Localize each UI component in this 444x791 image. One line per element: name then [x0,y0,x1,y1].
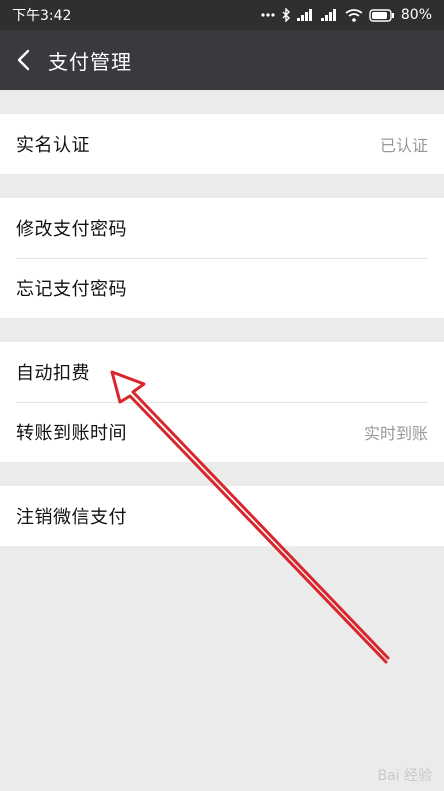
row-auto-deduction[interactable]: 自动扣费 [0,342,444,402]
back-button[interactable] [2,30,44,90]
more-dots-icon [261,12,275,18]
row-value: 已认证 [379,136,428,155]
row-cancel-wechat-pay[interactable]: 注销微信支付 [0,486,444,546]
nav-bar: 支付管理 [0,30,444,90]
row-forgot-password[interactable]: 忘记支付密码 [0,258,444,318]
status-time: 下午3:42 [12,8,72,24]
page-title: 支付管理 [48,49,132,74]
row-change-password[interactable]: 修改支付密码 [0,198,444,258]
row-label: 转账到账时间 [16,423,127,444]
row-label: 修改支付密码 [16,219,127,240]
chevron-left-icon [17,49,30,71]
row-label: 忘记支付密码 [16,279,127,300]
row-label: 自动扣费 [16,363,90,384]
status-bar: 下午3:42 80% [0,0,444,30]
battery-percent: 80% [400,7,432,23]
row-value: 实时到账 [363,424,428,443]
row-label: 注销微信支付 [16,507,127,528]
group-password: 修改支付密码 忘记支付密码 [0,198,444,318]
row-label: 实名认证 [16,135,90,156]
wifi-icon [345,8,363,22]
signal-icon-2 [320,9,339,21]
group-verification: 实名认证 已认证 [0,114,444,174]
row-transfer-time[interactable]: 转账到账时间 实时到账 [0,402,444,462]
battery-icon [369,8,395,22]
watermark-text: Bai 经验 [377,768,432,784]
bluetooth-icon [281,8,291,22]
group-cancel: 注销微信支付 [0,486,444,546]
row-real-name-verification[interactable]: 实名认证 已认证 [0,114,444,174]
watermark: Bai 经验 [377,765,432,785]
signal-icon [296,9,315,21]
status-icons: 80% [261,7,432,23]
group-deduction: 自动扣费 转账到账时间 实时到账 [0,342,444,462]
